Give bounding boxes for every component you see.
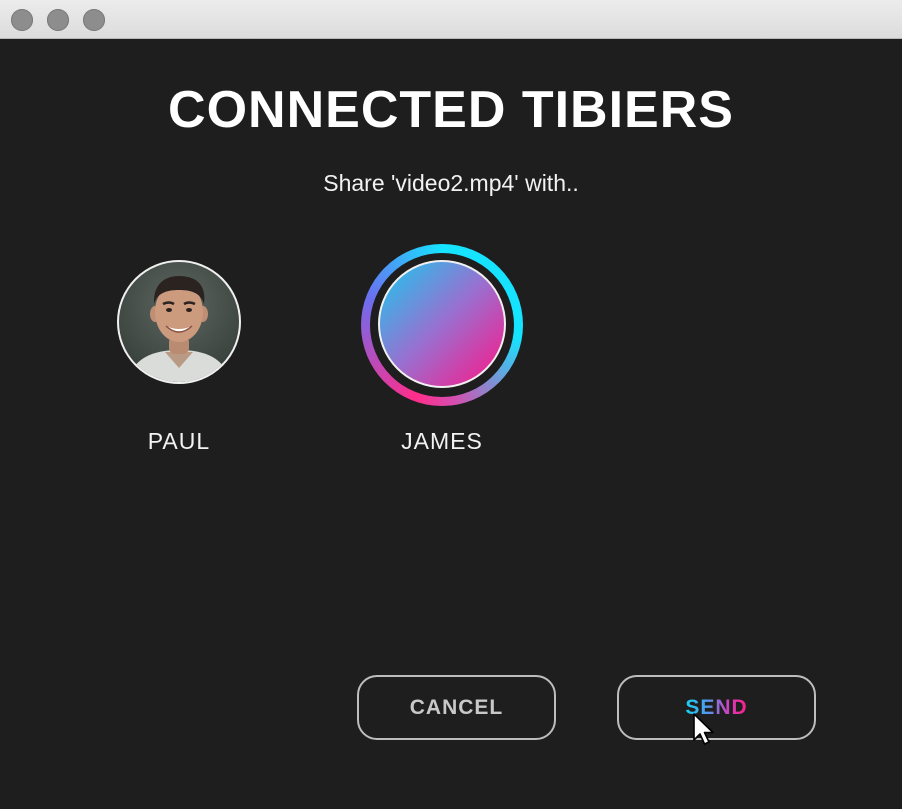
cancel-button[interactable]: CANCEL — [357, 675, 556, 740]
cancel-button-label: CANCEL — [409, 695, 504, 719]
minimize-button-icon[interactable] — [47, 9, 69, 31]
avatar-photo — [117, 260, 241, 384]
contact-avatar-wrap — [357, 244, 527, 406]
share-subtitle: Share 'video2.mp4' with.. — [323, 170, 579, 196]
zoom-button-icon[interactable] — [83, 9, 105, 31]
contact-name: JAMES — [401, 428, 483, 454]
send-button[interactable]: SEND — [617, 675, 816, 740]
mouse-pointer-icon — [693, 713, 714, 745]
page-title: CONNECTED TIBIERS — [168, 81, 734, 139]
close-button-icon[interactable] — [11, 9, 33, 31]
contact-avatar-wrap — [94, 244, 264, 406]
title-bar[interactable] — [0, 0, 902, 39]
contact-james[interactable]: JAMES — [357, 244, 527, 455]
app-window: CONNECTED TIBIERS Share 'video2.mp4' wit… — [0, 0, 902, 809]
person-photo-icon — [127, 276, 231, 382]
contact-name: PAUL — [147, 428, 211, 454]
avatar-gradient — [378, 260, 506, 388]
contact-paul[interactable]: PAUL — [94, 244, 264, 455]
